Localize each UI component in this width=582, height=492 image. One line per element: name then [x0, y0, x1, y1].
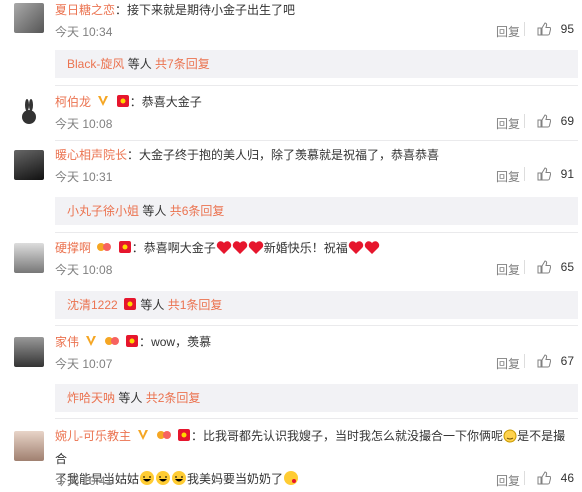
username[interactable]: 硬撑啊 — [55, 241, 91, 255]
username[interactable]: 柯伯龙 — [55, 95, 91, 109]
laugh-emoji-icon — [171, 470, 187, 492]
thumb-up-icon — [537, 354, 551, 368]
username[interactable]: 暖心相声院长 — [55, 148, 127, 162]
reply-thread[interactable]: 沈清1222 等人 共1条回复 — [55, 291, 578, 319]
verified-v-icon — [136, 428, 150, 448]
smirk-emoji-icon — [503, 429, 517, 449]
reply-button[interactable]: 回复 — [496, 23, 520, 40]
reply-button[interactable]: 回复 — [496, 355, 520, 372]
comment-3: 暖心相声院长：大金子终于抱的美人归，除了羡慕就是祝福了，恭喜恭喜 今天 10:3… — [0, 145, 582, 230]
heart-icon — [248, 241, 264, 261]
like-button[interactable]: 91 — [523, 167, 574, 181]
timestamp: 今天 10:08 — [55, 117, 113, 131]
avatar[interactable] — [14, 431, 44, 461]
thumb-up-icon — [537, 260, 551, 274]
thread-names[interactable]: 沈清1222 — [67, 298, 118, 312]
timestamp: 今天 10:31 — [55, 170, 113, 184]
thumb-up-icon — [537, 114, 551, 128]
like-count: 95 — [560, 22, 574, 36]
heart-icon — [232, 241, 248, 261]
thread-count[interactable]: 共6条回复 — [170, 204, 225, 218]
thumb-up-icon — [537, 471, 551, 485]
verified-v-icon — [96, 94, 110, 114]
reply-button[interactable]: 回复 — [496, 261, 520, 278]
timestamp: 今天 10:41 — [55, 474, 113, 488]
kiss-emoji-icon — [283, 470, 299, 492]
thumb-up-icon — [537, 167, 551, 181]
heart-icon — [216, 241, 232, 261]
thread-names[interactable]: 小丸子徐小姐 — [67, 204, 139, 218]
fan-badge-icon — [104, 334, 120, 354]
divider — [55, 325, 578, 326]
comment-text: wow，羡慕 — [151, 335, 212, 349]
avatar[interactable] — [14, 337, 44, 367]
reply-button[interactable]: 回复 — [496, 115, 520, 132]
timestamp: 今天 10:07 — [55, 357, 113, 371]
like-button[interactable]: 46 — [523, 471, 574, 485]
divider — [55, 140, 578, 141]
red-packet-icon — [118, 240, 132, 260]
avatar[interactable] — [14, 150, 44, 180]
avatar[interactable] — [14, 97, 44, 127]
avatar[interactable] — [14, 243, 44, 273]
like-count: 67 — [560, 354, 574, 368]
divider — [55, 85, 578, 86]
fan-badge-icon — [96, 240, 112, 260]
comment-text: 接下来就是期待小金子出生了吧 — [127, 3, 296, 17]
comment-text: 比我哥都先认识我嫂子，当时我怎么就没撮合一下你俩呢 — [203, 429, 504, 443]
thread-count[interactable]: 共7条回复 — [155, 57, 210, 71]
username[interactable]: 婉儿-可乐教主 — [55, 429, 131, 443]
comment-5: 家伟 ：wow，羡慕 今天 10:07 回复 67 炸哈天呐 等人 共2条回复 — [0, 332, 582, 417]
thread-names[interactable]: Black-旋风 — [67, 57, 124, 71]
avatar[interactable] — [14, 3, 44, 33]
verified-v-icon — [84, 334, 98, 354]
red-packet-icon — [177, 428, 191, 448]
thumb-up-icon — [537, 22, 551, 36]
red-packet-icon — [116, 94, 130, 114]
timestamp: 今天 10:34 — [55, 25, 113, 39]
divider — [55, 418, 578, 419]
comment-text: 恭喜大金子 — [141, 95, 202, 109]
laugh-emoji-icon — [139, 470, 155, 492]
like-button[interactable]: 95 — [523, 22, 574, 36]
username[interactable]: 夏日糖之恋 — [55, 3, 115, 17]
reply-thread[interactable]: 小丸子徐小姐 等人 共6条回复 — [55, 197, 578, 225]
reply-thread[interactable]: Black-旋风 等人 共7条回复 — [55, 50, 578, 78]
like-button[interactable]: 69 — [523, 114, 574, 128]
comment-text: 恭喜啊大金子 — [143, 241, 216, 255]
like-button[interactable]: 67 — [523, 354, 574, 368]
comment-2: 柯伯龙 ：恭喜大金子 今天 10:08 回复 69 — [0, 92, 582, 142]
divider — [55, 232, 578, 233]
rabbit-icon — [22, 99, 36, 124]
laugh-emoji-icon — [155, 470, 171, 492]
thread-names[interactable]: 炸哈天呐 — [67, 391, 115, 405]
comment-4: 硬撑啊 ：恭喜啊大金子 新婚快乐！祝福 今天 10:08 回复 65 沈清1222… — [0, 238, 582, 323]
comment-6: 婉儿-可乐教主 ：比我哥都先认识我嫂子，当时我怎么就没撮合一下你俩呢 是不是撮合了… — [0, 426, 582, 490]
divider — [523, 22, 525, 36]
heart-icon — [364, 241, 380, 261]
thread-count[interactable]: 共1条回复 — [168, 298, 223, 312]
username[interactable]: 家伟 — [55, 335, 79, 349]
like-count: 91 — [560, 167, 574, 181]
comment-text: 大金子终于抱的美人归，除了羡慕就是祝福了，恭喜恭喜 — [139, 148, 440, 162]
timestamp: 今天 10:08 — [55, 263, 113, 277]
like-count: 65 — [560, 260, 574, 274]
thread-count[interactable]: 共2条回复 — [146, 391, 201, 405]
red-packet-icon — [123, 293, 137, 321]
red-packet-icon — [125, 334, 139, 354]
like-count: 69 — [560, 114, 574, 128]
heart-icon — [348, 241, 364, 261]
reply-thread[interactable]: 炸哈天呐 等人 共2条回复 — [55, 384, 578, 412]
comment-1: 夏日糖之恋：接下来就是期待小金子出生了吧 今天 10:34 回复 95 Blac… — [0, 0, 582, 85]
fan-badge-icon — [156, 428, 172, 448]
like-count: 46 — [560, 471, 574, 485]
reply-button[interactable]: 回复 — [496, 168, 520, 185]
reply-button[interactable]: 回复 — [496, 472, 520, 489]
like-button[interactable]: 65 — [523, 260, 574, 274]
